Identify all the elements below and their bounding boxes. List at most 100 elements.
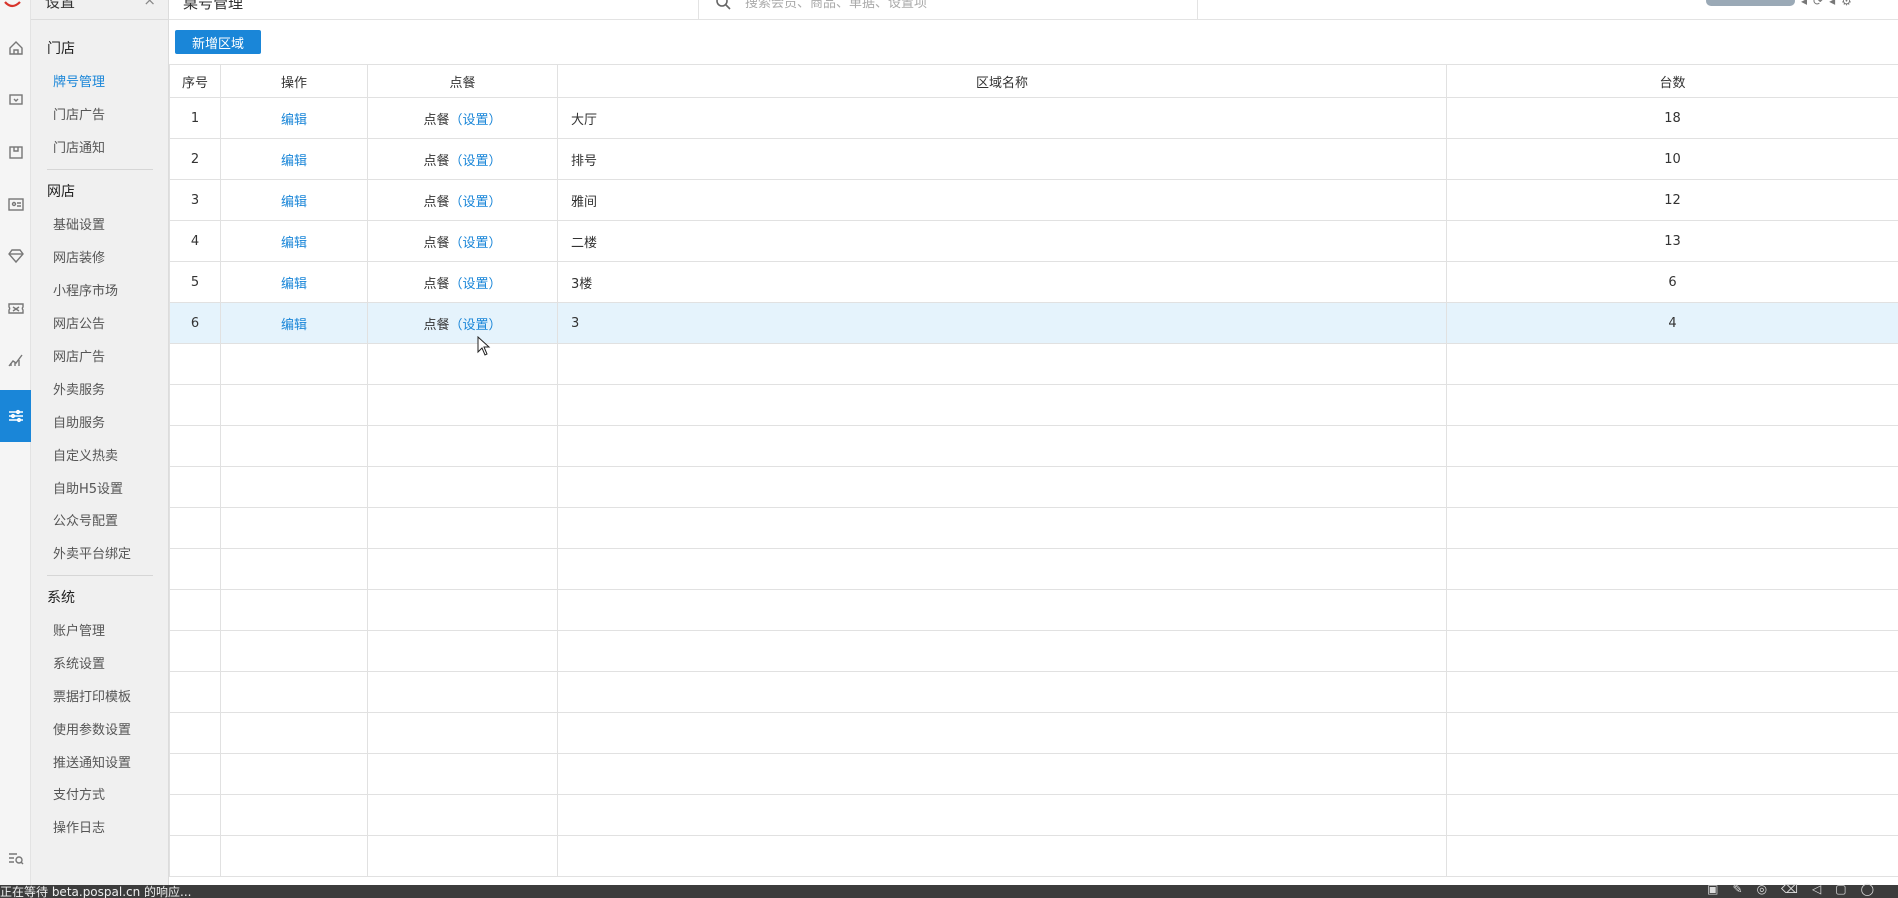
order-label: 点餐 <box>423 112 450 128</box>
mouse-cursor-icon <box>477 336 491 356</box>
search-input[interactable]: 搜索会员、商品、单据、设置项 <box>745 0 927 11</box>
empty-row <box>169 630 1898 672</box>
home-icon[interactable] <box>0 22 31 74</box>
row-index: 6 <box>169 302 221 344</box>
add-area-button[interactable]: 新增区域 <box>175 30 261 54</box>
breadcrumb: 桌号管理 <box>183 0 244 12</box>
table-row[interactable]: 2 编辑 点餐（设置） 排号 10 <box>169 138 1898 180</box>
toolbar-icons[interactable]: ◂⟳◂⚙ <box>1801 0 1858 8</box>
menu-item-account-management[interactable]: 账户管理 <box>53 620 105 639</box>
settings-sliders-icon[interactable] <box>0 390 31 442</box>
menu-item-online-ads[interactable]: 网店广告 <box>53 346 105 365</box>
chart-icon[interactable] <box>0 334 31 386</box>
header-order[interactable]: 点餐 <box>367 64 558 98</box>
row-index: 1 <box>169 97 221 139</box>
menu-item-self-service[interactable]: 自助服务 <box>53 412 105 431</box>
row-index: 5 <box>169 261 221 303</box>
menu-item-plate-management[interactable]: 牌号管理 <box>53 71 105 90</box>
menu-divider <box>47 575 153 576</box>
order-label: 点餐 <box>423 235 450 251</box>
menu-item-takeaway-binding[interactable]: 外卖平台绑定 <box>53 543 131 562</box>
order-settings-link[interactable]: （设置） <box>450 113 502 128</box>
edit-link[interactable]: 编辑 <box>281 195 307 210</box>
order-label: 点餐 <box>423 317 450 333</box>
menu-item-operation-log[interactable]: 操作日志 <box>53 817 105 836</box>
row-index: 2 <box>169 138 221 180</box>
icon-rail <box>0 0 31 885</box>
edit-link[interactable]: 编辑 <box>281 113 307 128</box>
global-search[interactable]: 搜索会员、商品、单据、设置项 <box>698 0 1198 20</box>
menu-item-h5-settings[interactable]: 自助H5设置 <box>53 478 123 497</box>
header-table-count[interactable]: 台数 <box>1446 64 1898 98</box>
area-name: 3楼 <box>557 261 1447 303</box>
area-name: 二楼 <box>557 220 1447 262</box>
menu-item-receipt-template[interactable]: 票据打印模板 <box>53 686 131 705</box>
table-row[interactable]: 4 编辑 点餐（设置） 二楼 13 <box>169 220 1898 262</box>
diamond-icon[interactable] <box>0 230 31 282</box>
menu-group-system: 系统 <box>47 590 75 606</box>
order-settings-link[interactable]: （设置） <box>450 236 502 251</box>
menu-divider <box>47 169 153 170</box>
menu-item-system-settings[interactable]: 系统设置 <box>53 653 105 672</box>
order-settings-link[interactable]: （设置） <box>450 154 502 169</box>
table-row[interactable]: 5 编辑 点餐（设置） 3楼 6 <box>169 261 1898 303</box>
menu-item-basic-settings[interactable]: 基础设置 <box>53 214 105 233</box>
member-card-icon[interactable] <box>0 178 31 230</box>
status-bar: 正在等待 beta.pospal.cn 的响应... ▣✎◎⌫◁▢◯ <box>0 882 1898 898</box>
edit-link[interactable]: 编辑 <box>281 318 307 333</box>
table-row-selected[interactable]: 6 编辑 点餐（设置） 3 4 <box>169 302 1898 344</box>
header-index[interactable]: 序号 <box>169 64 221 98</box>
edit-link[interactable]: 编辑 <box>281 154 307 169</box>
menu-item-mini-program-market[interactable]: 小程序市场 <box>53 280 118 299</box>
order-label: 点餐 <box>423 276 450 292</box>
tray-icons[interactable]: ▣✎◎⌫◁▢◯ <box>1707 882 1888 896</box>
menu-item-store-notice[interactable]: 门店通知 <box>53 137 105 156</box>
menu-item-store-ads[interactable]: 门店广告 <box>53 104 105 123</box>
top-bar: 桌号管理 搜索会员、商品、单据、设置项 ◂⟳◂⚙ <box>169 0 1898 20</box>
menu-item-parameter-settings[interactable]: 使用参数设置 <box>53 719 131 738</box>
search-icon <box>716 0 731 10</box>
menu-item-official-account[interactable]: 公众号配置 <box>53 510 118 529</box>
order-settings-link[interactable]: （设置） <box>450 195 502 210</box>
empty-row <box>169 466 1898 508</box>
empty-row <box>169 548 1898 590</box>
ticket-icon[interactable] <box>0 282 31 334</box>
order-label: 点餐 <box>423 153 450 169</box>
area-name: 大厅 <box>557 97 1447 139</box>
menu-group-store: 门店 <box>47 41 75 57</box>
box-icon[interactable] <box>0 126 31 178</box>
settings-menu: 设置 × 门店 牌号管理 门店广告 门店通知 网店 基础设置 网店装修 小程序市… <box>31 0 169 885</box>
screen-icon[interactable] <box>0 74 31 126</box>
empty-row <box>169 712 1898 754</box>
area-name: 雅间 <box>557 179 1447 221</box>
edit-link[interactable]: 编辑 <box>281 277 307 292</box>
status-message: 正在等待 beta.pospal.cn 的响应... <box>0 885 192 898</box>
edit-link[interactable]: 编辑 <box>281 236 307 251</box>
order-settings-link[interactable]: （设置） <box>450 318 502 333</box>
search-list-icon[interactable] <box>0 834 31 882</box>
empty-row <box>169 794 1898 836</box>
table-count: 18 <box>1446 97 1898 139</box>
menu-item-custom-hot-sale[interactable]: 自定义热卖 <box>53 445 118 464</box>
area-table: 序号 操作 点餐 区域名称 台数 1 编辑 点餐（设置） 大厅 18 2 编辑 … <box>169 64 1898 877</box>
menu-item-store-decoration[interactable]: 网店装修 <box>53 247 105 266</box>
empty-row <box>169 671 1898 713</box>
close-icon[interactable]: × <box>143 0 156 9</box>
empty-row <box>169 384 1898 426</box>
table-row[interactable]: 3 编辑 点餐（设置） 雅间 12 <box>169 179 1898 221</box>
header-action[interactable]: 操作 <box>220 64 368 98</box>
empty-row <box>169 507 1898 549</box>
menu-item-payment-methods[interactable]: 支付方式 <box>53 784 105 803</box>
area-name: 3 <box>557 302 1447 344</box>
user-badge[interactable] <box>1706 0 1795 6</box>
row-index: 4 <box>169 220 221 262</box>
table-count: 4 <box>1446 302 1898 344</box>
table-row[interactable]: 1 编辑 点餐（设置） 大厅 18 <box>169 97 1898 139</box>
table-count: 12 <box>1446 179 1898 221</box>
menu-item-takeaway-service[interactable]: 外卖服务 <box>53 379 105 398</box>
header-area-name[interactable]: 区域名称 <box>557 64 1447 98</box>
menu-item-online-notice[interactable]: 网店公告 <box>53 313 105 332</box>
order-settings-link[interactable]: （设置） <box>450 277 502 292</box>
table-header-row: 序号 操作 点餐 区域名称 台数 <box>169 64 1898 98</box>
menu-item-push-notification[interactable]: 推送通知设置 <box>53 752 131 771</box>
